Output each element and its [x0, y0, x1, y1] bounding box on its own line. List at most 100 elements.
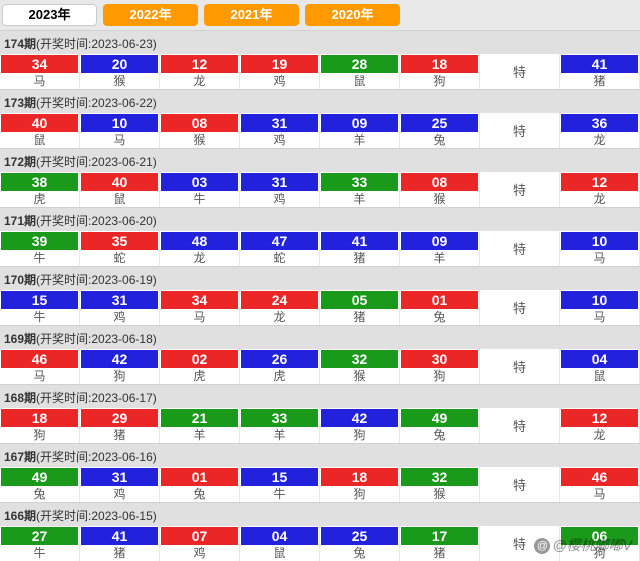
- zodiac-label: 牛: [0, 250, 79, 266]
- year-tab-0[interactable]: 2023年: [2, 4, 97, 26]
- special-label: 特: [480, 467, 560, 502]
- zodiac-label: 狗: [0, 427, 79, 443]
- year-tab-2[interactable]: 2021年: [204, 4, 299, 26]
- lottery-number: 41: [81, 527, 158, 545]
- number-cell: 19鸡: [240, 54, 320, 89]
- lottery-number: 17: [401, 527, 478, 545]
- special-number: 12: [561, 409, 638, 427]
- zodiac-label: 猪: [80, 545, 159, 561]
- special-number-cell: 12龙: [560, 172, 640, 207]
- zodiac-label: 羊: [160, 427, 239, 443]
- zodiac-label: 猴: [400, 486, 479, 502]
- special-label: 特: [480, 349, 560, 384]
- zodiac-label: 蛇: [80, 250, 159, 266]
- lottery-number: 25: [401, 114, 478, 132]
- lottery-number: 27: [1, 527, 78, 545]
- periods-list: 174期(开奖时间:2023-06-23)34马20猴12龙19鸡28鼠18狗特…: [0, 30, 640, 561]
- number-cell: 08猴: [400, 172, 480, 207]
- number-cell: 20猴: [80, 54, 160, 89]
- zodiac-label: 牛: [160, 191, 239, 207]
- zodiac-label: 蛇: [240, 250, 319, 266]
- zodiac-label: 猴: [80, 73, 159, 89]
- number-cell: 38虎: [0, 172, 80, 207]
- number-cell: 10马: [80, 113, 160, 148]
- period-header: 166期(开奖时间:2023-06-15): [0, 502, 640, 526]
- zodiac-label: 狗: [320, 486, 399, 502]
- special-number-cell: 12龙: [560, 408, 640, 443]
- number-cell: 34马: [160, 290, 240, 325]
- lottery-number: 42: [321, 409, 398, 427]
- number-cell: 49兔: [0, 467, 80, 502]
- lottery-number: 18: [401, 55, 478, 73]
- number-cell: 31鸡: [240, 172, 320, 207]
- lottery-number: 40: [1, 114, 78, 132]
- zodiac-label: 猪: [80, 427, 159, 443]
- number-cell: 31鸡: [80, 467, 160, 502]
- period-row: 169期(开奖时间:2023-06-18)46马42狗02虎26虎32猴30狗特…: [0, 325, 640, 384]
- number-cell: 42狗: [320, 408, 400, 443]
- lottery-number: 38: [1, 173, 78, 191]
- zodiac-label: 猪: [320, 250, 399, 266]
- number-cell: 33羊: [320, 172, 400, 207]
- number-cell: 07鸡: [160, 526, 240, 561]
- number-cell: 24龙: [240, 290, 320, 325]
- special-label: 特: [480, 408, 560, 443]
- period-row: 166期(开奖时间:2023-06-15)27牛41猪07鸡04鼠25兔17猪特…: [0, 502, 640, 561]
- number-cell: 03牛: [160, 172, 240, 207]
- lottery-number: 01: [401, 291, 478, 309]
- year-tab-1[interactable]: 2022年: [103, 4, 198, 26]
- zodiac-label: 虎: [0, 191, 79, 207]
- number-cell: 15牛: [240, 467, 320, 502]
- zodiac-label: 兔: [0, 486, 79, 502]
- year-tab-3[interactable]: 2020年: [305, 4, 400, 26]
- lottery-number: 20: [81, 55, 158, 73]
- lottery-number: 08: [161, 114, 238, 132]
- zodiac-label: 鸡: [80, 486, 159, 502]
- zodiac-label: 马: [80, 132, 159, 148]
- special-zodiac: 龙: [560, 191, 639, 207]
- lottery-number: 02: [161, 350, 238, 368]
- number-cell: 31鸡: [240, 113, 320, 148]
- special-label: 特: [480, 54, 560, 89]
- number-cell: 32猴: [320, 349, 400, 384]
- lottery-number: 35: [81, 232, 158, 250]
- number-cell: 17猪: [400, 526, 480, 561]
- zodiac-label: 狗: [400, 73, 479, 89]
- period-header: 173期(开奖时间:2023-06-22): [0, 89, 640, 113]
- special-number: 41: [561, 55, 638, 73]
- number-cell: 41猪: [80, 526, 160, 561]
- zodiac-label: 猪: [400, 545, 479, 561]
- zodiac-label: 鸡: [160, 545, 239, 561]
- zodiac-label: 羊: [320, 132, 399, 148]
- number-cell: 05猪: [320, 290, 400, 325]
- zodiac-label: 鼠: [0, 132, 79, 148]
- zodiac-label: 鼠: [80, 191, 159, 207]
- period-row: 170期(开奖时间:2023-06-19)15牛31鸡34马24龙05猪01兔特…: [0, 266, 640, 325]
- zodiac-label: 兔: [400, 309, 479, 325]
- special-number: 04: [561, 350, 638, 368]
- zodiac-label: 兔: [160, 486, 239, 502]
- special-number: 36: [561, 114, 638, 132]
- number-cell: 12龙: [160, 54, 240, 89]
- zodiac-label: 兔: [320, 545, 399, 561]
- number-cell: 08猴: [160, 113, 240, 148]
- lottery-number: 41: [321, 232, 398, 250]
- number-cell: 25兔: [400, 113, 480, 148]
- zodiac-label: 猴: [400, 191, 479, 207]
- number-cell: 18狗: [320, 467, 400, 502]
- number-cell: 26虎: [240, 349, 320, 384]
- special-number-cell: 41猪: [560, 54, 640, 89]
- period-row: 168期(开奖时间:2023-06-17)18狗29猪21羊33羊42狗49兔特…: [0, 384, 640, 443]
- zodiac-label: 马: [160, 309, 239, 325]
- zodiac-label: 羊: [320, 191, 399, 207]
- special-label: 特: [480, 526, 560, 561]
- special-number-cell: 46马: [560, 467, 640, 502]
- lottery-number: 32: [401, 468, 478, 486]
- special-number-cell: 36龙: [560, 113, 640, 148]
- lottery-number: 09: [321, 114, 398, 132]
- number-cell: 09羊: [400, 231, 480, 266]
- lottery-number: 31: [241, 173, 318, 191]
- zodiac-label: 猪: [320, 309, 399, 325]
- special-number-cell: 10马: [560, 231, 640, 266]
- lottery-number: 47: [241, 232, 318, 250]
